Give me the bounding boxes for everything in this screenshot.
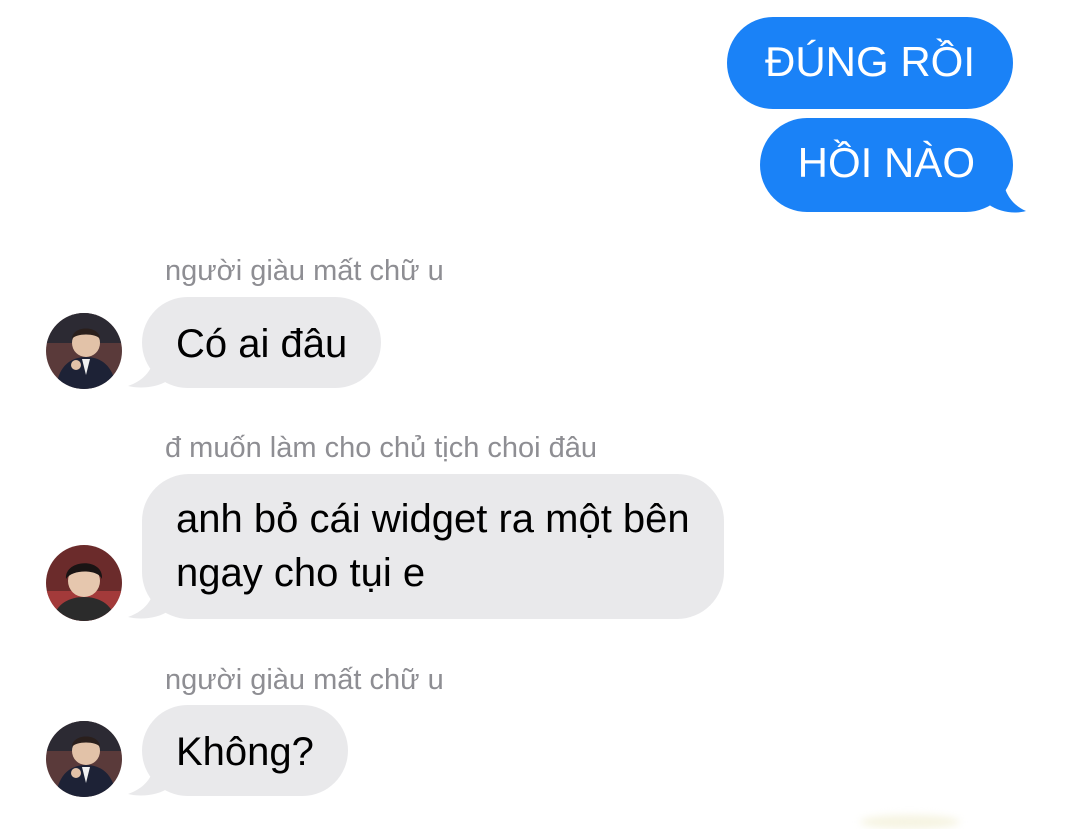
outgoing-message-bubble[interactable]: ĐÚNG RỒI [727,17,1013,109]
sender-name: đ muốn làm cho chủ tịch choi đâu [165,432,598,464]
message-text-line: ngay cho tụi e [176,551,426,595]
person-avatar-icon [46,313,122,389]
message-text-line: anh bỏ cái widget ra một bên [176,497,690,541]
message-text: ĐÚNG RỒI [765,38,975,85]
sender-name: người giàu mất chữ u [165,664,444,696]
person-avatar-icon [46,545,122,621]
message-text: Có ai đâu [176,322,348,366]
incoming-message-bubble[interactable]: anh bỏ cái widget ra một bên ngay cho tụ… [142,474,724,619]
sender-name: người giàu mất chữ u [165,255,444,287]
outgoing-message-bubble[interactable]: HỒI NÀO [759,118,1013,212]
sender-avatar[interactable] [46,545,122,621]
message-thread: ĐÚNG RỒI HỒI NÀO người giàu mất chữ u Có… [0,0,1080,829]
sender-avatar[interactable] [46,313,122,389]
incoming-message-bubble[interactable]: Có ai đâu [142,297,382,388]
incoming-message-bubble[interactable]: Không? [142,705,348,796]
sender-avatar[interactable] [46,721,122,797]
message-text: Không? [176,730,314,774]
message-text: HỒI NÀO [797,139,975,186]
decorative-glow [860,815,960,829]
person-avatar-icon [46,721,122,797]
